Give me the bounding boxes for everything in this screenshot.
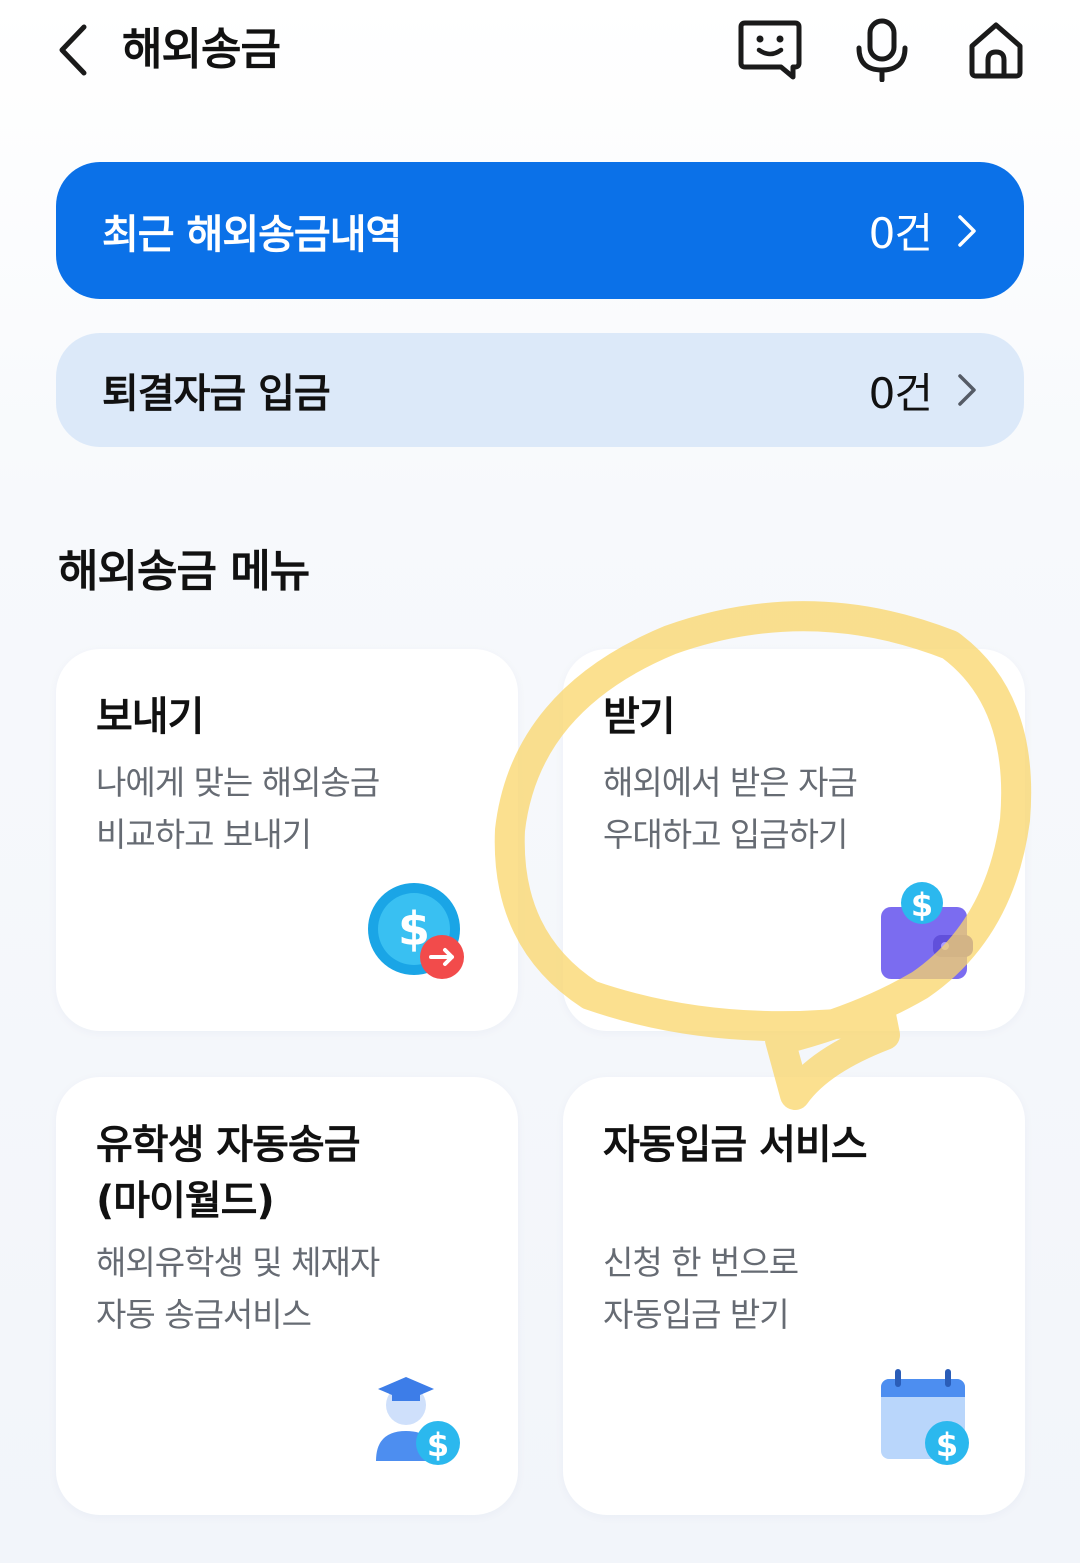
card-title: 보내기 xyxy=(96,694,204,740)
study-abroad-card[interactable]: 유학생 자동송금 (마이월드) 해외유학생 및 체재자 자동 송금서비스 $ xyxy=(56,1077,518,1515)
recent-remittance-banner[interactable]: 최근 해외송금내역 0건 xyxy=(56,162,1024,299)
card-title: 받기 xyxy=(603,694,676,740)
returned-funds-banner[interactable]: 퇴결자금 입금 0건 xyxy=(56,333,1024,447)
section-title: 해외송금 메뉴 xyxy=(58,546,310,597)
svg-text:$: $ xyxy=(911,886,933,924)
mic-icon xyxy=(856,18,908,82)
back-button[interactable] xyxy=(48,18,98,82)
home-icon xyxy=(969,22,1023,79)
chat-icon xyxy=(738,20,802,80)
card-desc-line: 자동 송금서비스 xyxy=(96,1295,312,1334)
card-description: 해외유학생 및 체재자 자동 송금서비스 xyxy=(96,1237,380,1341)
card-description: 신청 한 번으로 자동입금 받기 xyxy=(603,1237,799,1341)
card-title-line: 유학생 자동송금 xyxy=(96,1122,361,1168)
svg-text:$: $ xyxy=(936,1426,958,1464)
card-title-line: (마이월드) xyxy=(96,1178,275,1224)
chevron-left-icon xyxy=(59,24,87,76)
chevron-right-icon xyxy=(956,372,978,408)
chatbot-button[interactable] xyxy=(734,14,806,86)
card-desc-line: 해외유학생 및 체재자 xyxy=(96,1243,380,1282)
returned-funds-count: 0건 xyxy=(868,368,933,418)
auto-deposit-card[interactable]: 자동입금 서비스 신청 한 번으로 자동입금 받기 $ xyxy=(563,1077,1025,1515)
card-desc-line: 자동입금 받기 xyxy=(603,1295,790,1334)
card-desc-line: 해외에서 받은 자금 xyxy=(603,763,858,802)
home-button[interactable] xyxy=(960,14,1032,86)
wallet-money-icon: $ xyxy=(881,882,973,979)
calendar-money-icon: $ xyxy=(881,1369,969,1465)
svg-text:$: $ xyxy=(427,1426,449,1464)
chevron-right-icon xyxy=(956,213,978,249)
student-money-icon: $ xyxy=(376,1377,460,1465)
card-description: 해외에서 받은 자금 우대하고 입금하기 xyxy=(603,757,858,861)
card-title: 자동입금 서비스 xyxy=(603,1122,868,1168)
send-money-icon: $ xyxy=(368,883,464,979)
voice-button[interactable] xyxy=(846,14,918,86)
send-card[interactable]: 보내기 나에게 맞는 해외송금 비교하고 보내기 $ xyxy=(56,649,518,1031)
returned-funds-label: 퇴결자금 입금 xyxy=(102,371,331,417)
recent-remittance-count: 0건 xyxy=(868,209,933,258)
card-description: 나에게 맞는 해외송금 비교하고 보내기 xyxy=(96,757,380,861)
card-desc-line: 신청 한 번으로 xyxy=(603,1243,799,1282)
card-title: 유학생 자동송금 (마이월드) xyxy=(96,1117,361,1229)
recent-remittance-label: 최근 해외송금내역 xyxy=(102,211,402,258)
page-title: 해외송금 xyxy=(122,24,281,75)
app-header: 해외송금 xyxy=(0,0,1080,110)
card-desc-line: 비교하고 보내기 xyxy=(96,815,312,854)
receive-card[interactable]: 받기 해외에서 받은 자금 우대하고 입금하기 $ xyxy=(563,649,1025,1031)
card-desc-line: 우대하고 입금하기 xyxy=(603,815,848,854)
card-desc-line: 나에게 맞는 해외송금 xyxy=(96,763,380,802)
